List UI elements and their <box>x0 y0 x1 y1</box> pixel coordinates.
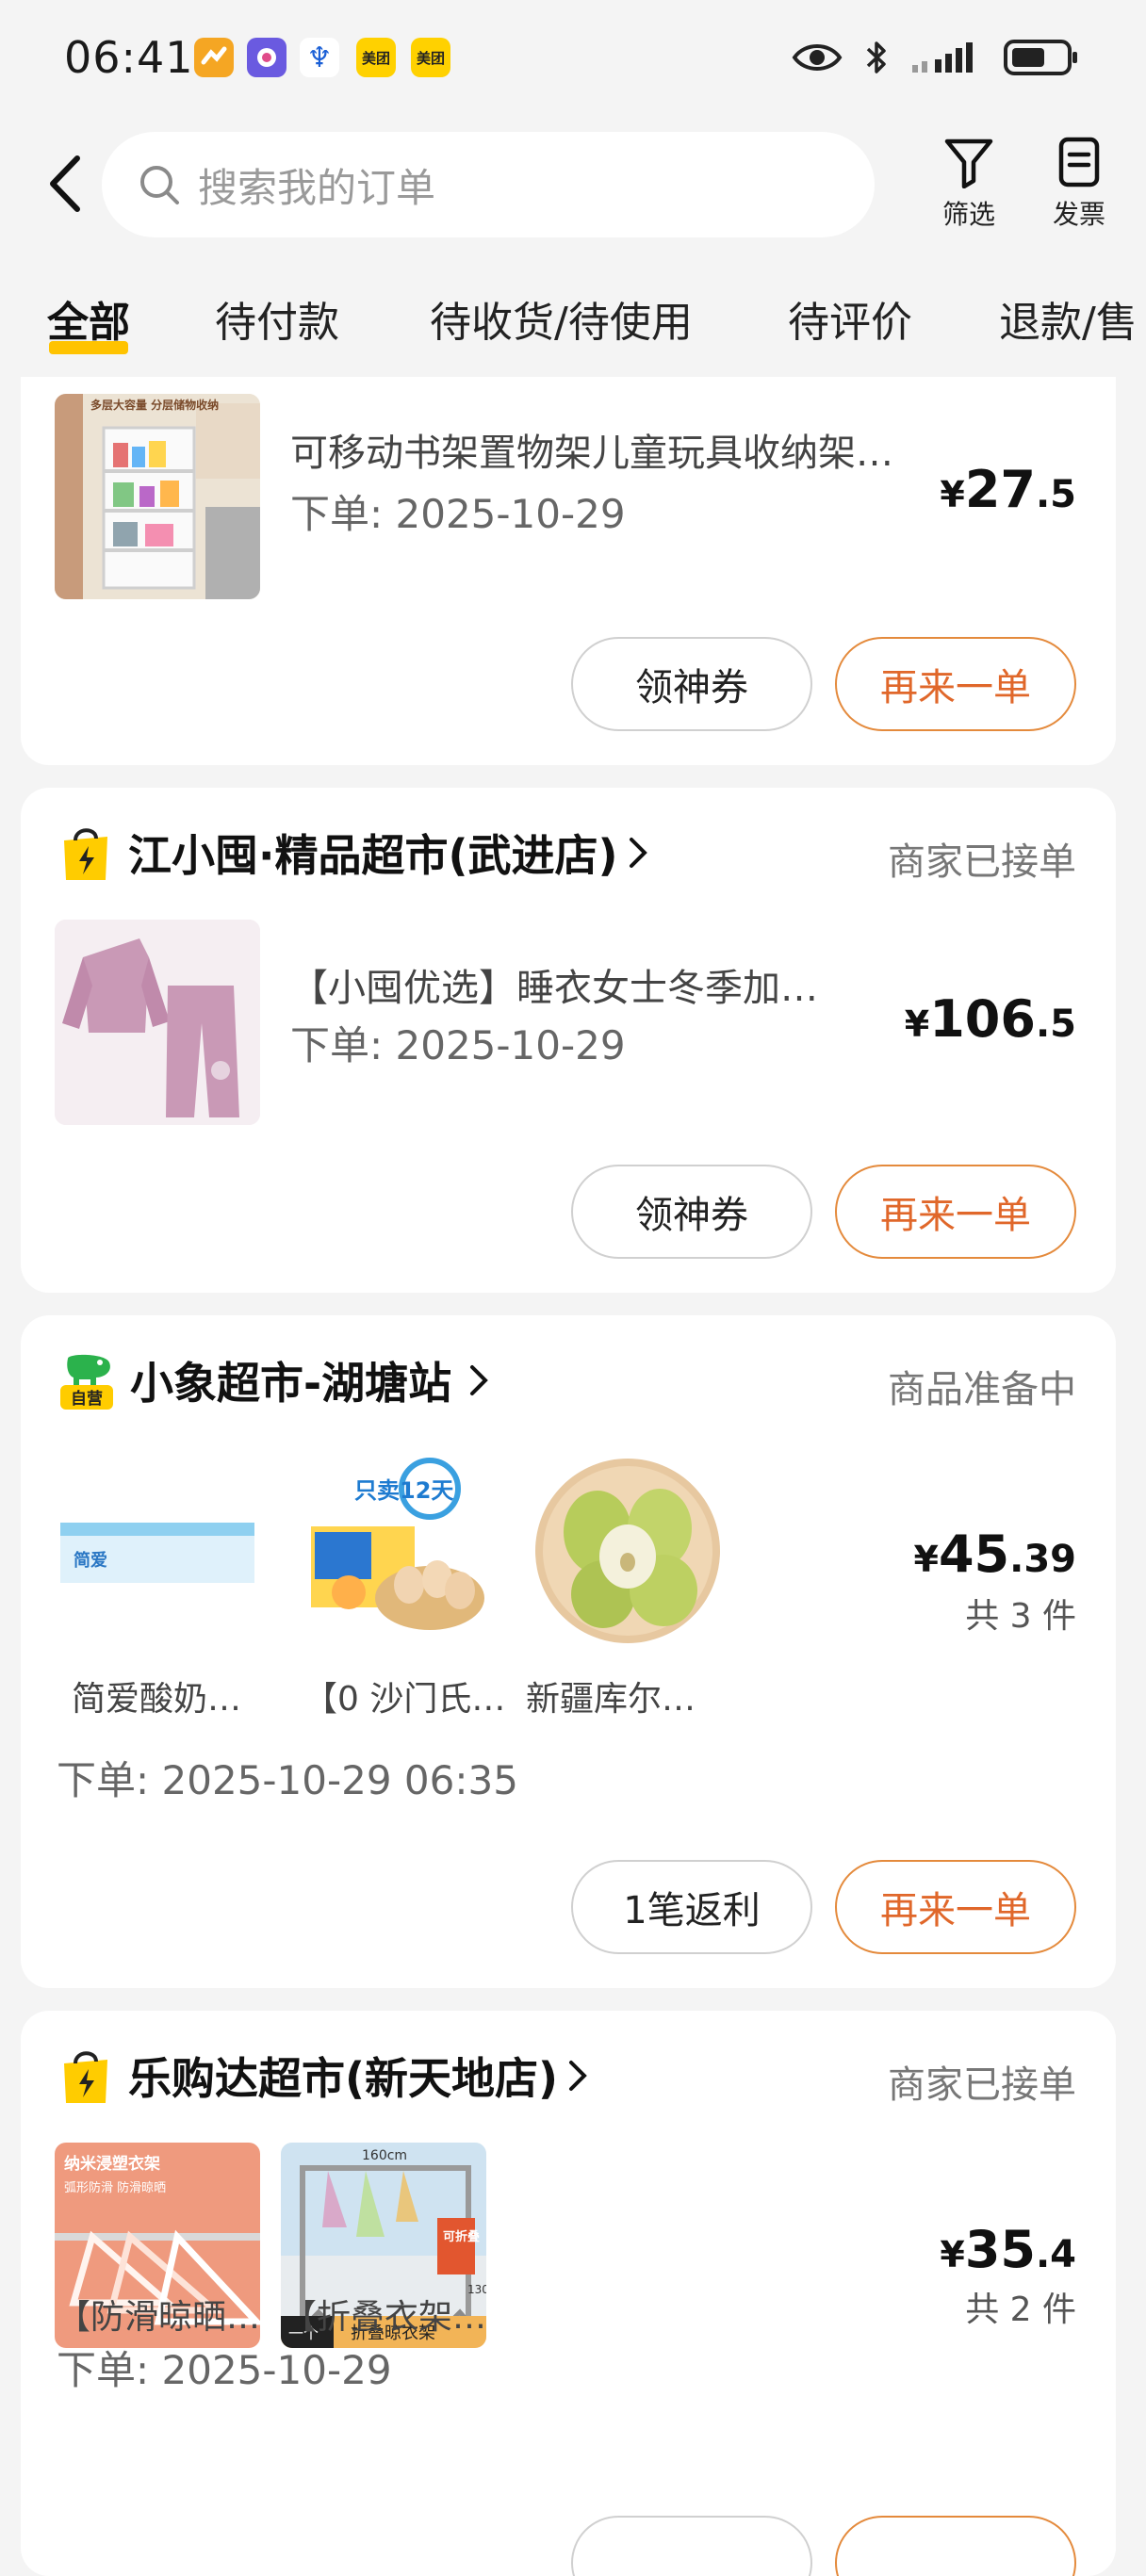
svg-text:自营: 自营 <box>71 1389 103 1409</box>
item-title: 【防滑晾晒… <box>57 2298 261 2337</box>
search-input[interactable]: 搜索我的订单 <box>102 132 875 237</box>
reorder-button[interactable]: 再来一单 <box>835 1165 1076 1259</box>
search-placeholder: 搜索我的订单 <box>198 164 436 211</box>
back-arrow-icon <box>50 155 80 212</box>
header: 搜索我的订单 筛选 发票 <box>0 113 1146 254</box>
coupon-button[interactable]: 领神券 <box>571 1165 812 1259</box>
svg-text:纳米浸塑衣架: 纳米浸塑衣架 <box>64 2154 160 2174</box>
product-thumbnail[interactable] <box>55 920 260 1125</box>
status-time: 06:41 <box>64 32 194 83</box>
order-card[interactable]: 江小囤·精品超市(武进店) 商家已接单 【小囤优选】睡衣女士冬季加… 下单: 2… <box>21 788 1116 1293</box>
order-price: ¥35.4 <box>940 2220 1076 2279</box>
svg-text:多层大容量 分层储物收纳: 多层大容量 分层储物收纳 <box>90 398 219 412</box>
chevron-right-icon <box>470 1365 488 1395</box>
rebate-button[interactable]: 1笔返利 <box>571 1860 812 1954</box>
chevron-right-icon <box>629 838 647 868</box>
meituan-app-icon: 美团 <box>356 38 396 77</box>
order-card[interactable]: 自营 小象超市-湖塘站 商品准备中 简爱 只卖12天 简爱酸奶… 【0 沙门氏…… <box>21 1315 1116 1988</box>
app-notification-icon <box>194 38 234 77</box>
svg-text:简爱: 简爱 <box>74 1550 107 1571</box>
item-title: 新疆库尔… <box>526 1680 696 1719</box>
status-bar: 06:41 ♆ 美团 美团 <box>0 0 1146 113</box>
order-date: 下单: 2025-10-29 <box>290 1022 626 1068</box>
shopping-bag-icon <box>64 2051 107 2103</box>
order-price: ¥27.5 <box>940 460 1076 519</box>
shopping-bag-icon <box>64 828 107 880</box>
coupon-button[interactable]: 领神券 <box>571 637 812 731</box>
tab-active-indicator <box>49 341 128 354</box>
order-card[interactable]: 多层大容量 分层储物收纳 可移动书架置物架儿童玩具收纳架… 下单: 2025-1… <box>21 377 1116 765</box>
signal-icon <box>912 42 973 73</box>
tab-all[interactable]: 全部 <box>47 288 130 349</box>
meituan-app-icon: 美团 <box>411 38 450 77</box>
svg-text:只卖12天: 只卖12天 <box>354 1477 453 1504</box>
order-date: 下单: 2025-10-29 06:35 <box>57 1757 518 1803</box>
order-date: 下单: 2025-10-29 <box>57 2347 392 2393</box>
tab-pending-receipt[interactable]: 待收货/待使用 <box>430 288 693 349</box>
invoice-label: 发票 <box>1052 199 1105 230</box>
invoice-button[interactable]: 发票 <box>1037 136 1121 239</box>
reorder-button[interactable]: 再来一单 <box>835 1860 1076 1954</box>
shop-link[interactable]: 乐购达超市(新天地店) <box>58 2043 588 2109</box>
item-title: 【0 沙门氏… <box>303 1680 506 1719</box>
shop-name: 乐购达超市(新天地店) <box>128 2053 559 2104</box>
tab-refund[interactable]: 退款/售 <box>999 288 1138 349</box>
status-icons <box>792 36 1080 79</box>
item-title: 简爱酸奶… <box>72 1680 242 1719</box>
order-status: 商家已接单 <box>888 2063 1076 2107</box>
order-price: ¥106.5 <box>904 989 1076 1049</box>
product-thumbnail[interactable] <box>522 1447 728 1653</box>
tab-pending-review[interactable]: 待评价 <box>788 288 912 349</box>
app-notification-icon <box>247 38 286 77</box>
product-thumbnail[interactable]: 多层大容量 分层储物收纳 <box>55 394 260 599</box>
product-thumbnail[interactable]: 简爱 <box>55 1447 260 1653</box>
order-tabs: 全部 待付款 待收货/待使用 待评价 退款/售 <box>0 254 1146 386</box>
order-status: 商品准备中 <box>888 1368 1076 1411</box>
shop-name: 江小囤·精品超市(武进店) <box>128 830 618 881</box>
filter-icon <box>944 139 993 188</box>
item-title: 【折叠衣架… <box>283 2298 487 2337</box>
shop-link[interactable]: 自营 小象超市-湖塘站 <box>58 1347 489 1413</box>
shop-link[interactable]: 江小囤·精品超市(武进店) <box>58 820 648 886</box>
product-thumbnail[interactable]: 只卖12天 <box>288 1447 494 1653</box>
chevron-right-icon <box>569 2061 587 2091</box>
item-count: 共 3 件 <box>965 1597 1076 1636</box>
order-price: ¥45.39 <box>913 1524 1076 1584</box>
reorder-button[interactable]: 再来一单 <box>835 637 1076 731</box>
tab-pending-payment[interactable]: 待付款 <box>215 288 339 349</box>
order-action-button[interactable] <box>571 2516 812 2576</box>
battery-icon <box>1004 40 1077 75</box>
svg-text:弧形防滑 防滑晾晒: 弧形防滑 防滑晾晒 <box>64 2180 166 2195</box>
item-title: 【小囤优选】睡衣女士冬季加… <box>290 967 818 1010</box>
order-card[interactable]: 乐购达超市(新天地店) 商家已接单 纳米浸塑衣架 弧形防滑 防滑晾晒 160cm… <box>21 2011 1116 2576</box>
elephant-logo-icon: 自营 <box>60 1354 113 1410</box>
search-icon <box>140 166 179 204</box>
item-count: 共 2 件 <box>965 2291 1076 2329</box>
app-notification-icon: ♆ <box>300 38 339 77</box>
svg-text:可折叠: 可折叠 <box>443 2229 480 2244</box>
shop-name: 小象超市-湖塘站 <box>130 1358 452 1409</box>
filter-label: 筛选 <box>941 199 995 230</box>
svg-text:160cm: 160cm <box>362 2148 407 2163</box>
eye-icon <box>792 44 843 71</box>
item-title: 可移动书架置物架儿童玩具收纳架… <box>290 432 893 475</box>
back-button[interactable] <box>38 151 90 217</box>
order-status: 商家已接单 <box>888 840 1076 884</box>
order-action-button[interactable] <box>835 2516 1076 2576</box>
bluetooth-icon <box>866 41 886 73</box>
filter-button[interactable]: 筛选 <box>926 136 1011 239</box>
order-date: 下单: 2025-10-29 <box>290 491 626 537</box>
invoice-icon <box>1058 137 1100 187</box>
